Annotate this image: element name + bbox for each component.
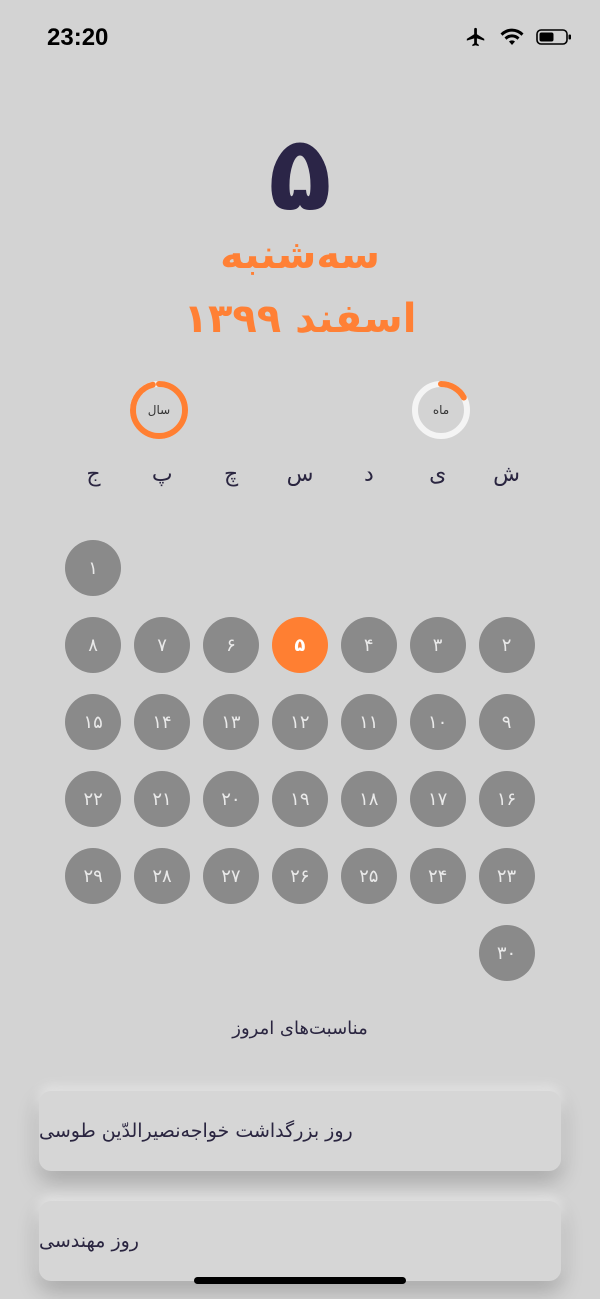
weekday-label: د <box>363 462 374 487</box>
calendar-day[interactable]: ۱۱ <box>340 694 397 750</box>
weekday-label: ج <box>86 462 101 487</box>
year-progress-ring: سال <box>129 380 189 440</box>
weekday-header: ش ی د س چ پ ج <box>59 462 541 502</box>
calendar-day[interactable]: ۶ <box>202 617 259 673</box>
year-progress-label: سال <box>147 403 171 417</box>
calendar-grid: ۱ ۲ ۳ ۴ ۵ ۶ ۷ ۸ ۹ ۱۰ ۱۱ ۱۲ ۱۳ ۱۴ ۱۵ ۱۶ ۱۷ ۱۸ ۱۹ ۲۰ ۲۱ ۲۲ ۲۳ ۲۴ ۲… <box>59 540 541 990</box>
occasion-card[interactable]: روز بزرگداشت خواجه‌نصیرالدّین طوسی <box>39 1091 561 1171</box>
current-day-number: ۵ <box>268 112 332 234</box>
occasion-text: روز مهندسی <box>39 1230 139 1252</box>
calendar-day[interactable]: ۱۷ <box>409 771 466 827</box>
weekday-label: پ <box>151 462 173 487</box>
status-bar: 23:20 <box>0 0 600 78</box>
battery-icon <box>536 28 572 50</box>
month-progress-ring: ماه <box>411 380 471 440</box>
calendar-day[interactable]: ۲۸ <box>134 848 191 904</box>
calendar-day[interactable]: ۲۳ <box>478 848 535 904</box>
calendar-day[interactable]: ۹ <box>478 694 535 750</box>
calendar-day[interactable]: ۱۰ <box>409 694 466 750</box>
status-icons <box>464 26 572 52</box>
calendar-day[interactable]: ۴ <box>340 617 397 673</box>
calendar-day[interactable]: ۲۱ <box>134 771 191 827</box>
status-time: 23:20 <box>47 24 109 51</box>
calendar-day[interactable]: ۱۸ <box>340 771 397 827</box>
calendar-day[interactable]: ۲۴ <box>409 848 466 904</box>
month-progress-label: ماه <box>432 403 450 417</box>
calendar-day[interactable]: ۲۵ <box>340 848 397 904</box>
calendar-day[interactable]: ۱۵ <box>65 694 122 750</box>
calendar-day[interactable]: ۲ <box>478 617 535 673</box>
weekday-label: چ <box>224 462 239 487</box>
calendar-day-today[interactable]: ۵ <box>271 617 328 673</box>
home-indicator <box>194 1277 406 1284</box>
calendar-day[interactable]: ۳۰ <box>478 925 535 981</box>
calendar-day[interactable]: ۲۹ <box>65 848 122 904</box>
calendar-day[interactable]: ۱۲ <box>271 694 328 750</box>
calendar-day[interactable]: ۲۰ <box>202 771 259 827</box>
current-month-year: اسفند ۱۳۹۹ <box>183 296 417 342</box>
calendar-day[interactable]: ۲۲ <box>65 771 122 827</box>
calendar-day[interactable]: ۷ <box>134 617 191 673</box>
calendar-day[interactable]: ۸ <box>65 617 122 673</box>
occasion-card[interactable]: روز مهندسی <box>39 1201 561 1281</box>
calendar-day[interactable]: ۲۷ <box>202 848 259 904</box>
current-weekday: سه‌شنبه <box>220 232 380 278</box>
wifi-icon <box>500 28 524 50</box>
calendar-day[interactable]: ۲۶ <box>271 848 328 904</box>
calendar-day[interactable]: ۱۳ <box>202 694 259 750</box>
weekday-label: س <box>286 462 314 487</box>
airplane-icon <box>464 26 488 52</box>
calendar-day[interactable]: ۱۴ <box>134 694 191 750</box>
occasion-text: روز بزرگداشت خواجه‌نصیرالدّین طوسی <box>39 1120 353 1142</box>
calendar-day[interactable]: ۱۹ <box>271 771 328 827</box>
calendar-day[interactable]: ۳ <box>409 617 466 673</box>
weekday-label: ی <box>429 462 447 487</box>
weekday-label: ش <box>493 462 520 487</box>
calendar-day[interactable]: ۱۶ <box>478 771 535 827</box>
occasions-heading: مناسبت‌های امروز <box>232 1018 368 1039</box>
calendar-day[interactable]: ۱ <box>65 540 122 596</box>
